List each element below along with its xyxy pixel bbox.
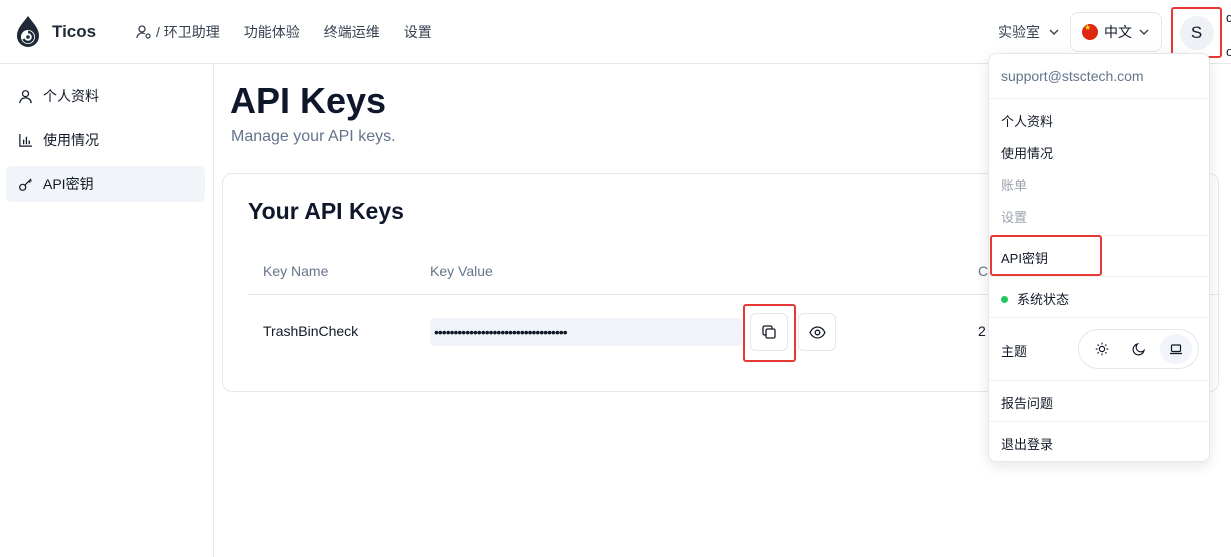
brand[interactable]: Ticos bbox=[14, 15, 96, 49]
theme-dark-button[interactable] bbox=[1123, 334, 1155, 364]
menu-item-theme-label: 主题 bbox=[1001, 344, 1028, 359]
column-header-created: C bbox=[978, 263, 989, 279]
sidebar-item-label: 个人资料 bbox=[43, 88, 99, 104]
copy-key-button[interactable] bbox=[750, 313, 788, 351]
edge-fragment: d bbox=[1226, 10, 1231, 25]
menu-item-report-issue[interactable]: 报告问题 bbox=[1001, 393, 1053, 412]
sidebar-item-label: API密钥 bbox=[43, 176, 94, 192]
copy-icon bbox=[762, 325, 776, 339]
key-icon bbox=[19, 177, 32, 191]
menu-item-profile[interactable]: 个人资料 bbox=[1001, 111, 1053, 130]
menu-divider bbox=[989, 421, 1209, 422]
nav-settings[interactable]: 设置 bbox=[404, 22, 432, 42]
sidebar-item-label: 使用情况 bbox=[43, 132, 99, 148]
system-status-label: 系统状态 bbox=[1017, 292, 1070, 307]
created-cell: 2 bbox=[978, 323, 986, 339]
settings-sidebar: 个人资料 使用情况 API密钥 bbox=[0, 64, 214, 557]
menu-item-settings[interactable]: 设置 bbox=[1001, 207, 1027, 226]
menu-divider bbox=[989, 317, 1209, 318]
main-nav: / 环卫助理 功能体验 终端运维 设置 bbox=[136, 22, 432, 42]
app-name: Ticos bbox=[52, 22, 97, 41]
menu-item-billing[interactable]: 账单 bbox=[1001, 175, 1027, 194]
lab-dropdown[interactable]: 实验室 bbox=[998, 22, 1060, 42]
edge-fragment: o bbox=[1226, 44, 1231, 59]
user-icon bbox=[19, 89, 32, 103]
language-label: 中文 bbox=[1104, 24, 1132, 40]
sidebar-item-api-keys[interactable]: API密钥 bbox=[6, 166, 205, 202]
eye-icon bbox=[808, 325, 826, 339]
user-avatar-button[interactable]: S bbox=[1179, 15, 1214, 50]
laptop-icon bbox=[1169, 344, 1182, 355]
user-dropdown-menu: support@stsctech.com 个人资料 使用情况 账单 设置 API… bbox=[988, 53, 1210, 462]
chevron-down-icon bbox=[1049, 29, 1059, 35]
lab-label: 实验室 bbox=[998, 24, 1040, 40]
moon-icon bbox=[1132, 343, 1145, 356]
ticos-logo-icon bbox=[17, 16, 39, 47]
theme-system-button[interactable] bbox=[1159, 334, 1192, 364]
sun-icon bbox=[1095, 342, 1108, 356]
menu-divider bbox=[989, 276, 1209, 277]
china-flag-icon bbox=[1082, 23, 1098, 40]
reveal-key-button[interactable] bbox=[798, 313, 836, 351]
sidebar-item-usage[interactable]: 使用情况 bbox=[6, 122, 205, 158]
bar-chart-icon bbox=[19, 133, 33, 147]
theme-light-button[interactable] bbox=[1086, 334, 1118, 364]
nav-settings-label: 设置 bbox=[403, 24, 432, 40]
nav-feature-trial[interactable]: 功能体验 bbox=[244, 22, 300, 42]
sidebar-item-profile[interactable]: 个人资料 bbox=[6, 78, 205, 114]
column-header-key-value: Key Value bbox=[430, 263, 493, 279]
menu-item-logout[interactable]: 退出登录 bbox=[1001, 434, 1053, 453]
language-switcher[interactable]: 中文 bbox=[1070, 12, 1162, 52]
menu-divider bbox=[989, 380, 1209, 381]
card-title: Your API Keys bbox=[248, 198, 404, 224]
page-subtitle: Manage your API keys. bbox=[231, 128, 396, 145]
nav-terminal-ops[interactable]: 终端运维 bbox=[324, 22, 380, 42]
menu-item-api-keys[interactable]: API密钥 bbox=[1001, 248, 1048, 267]
status-dot-icon bbox=[1001, 296, 1008, 303]
key-name-cell: TrashBinCheck bbox=[263, 323, 359, 339]
theme-switcher bbox=[1078, 329, 1199, 369]
menu-item-system-status[interactable]: 系统状态 bbox=[1001, 289, 1069, 308]
avatar-highlight: S bbox=[1171, 7, 1222, 58]
nav-terminal-ops-label: 终端运维 bbox=[323, 24, 380, 40]
user-cog-icon bbox=[136, 25, 151, 39]
user-email: support@stsctech.com bbox=[1001, 68, 1144, 84]
page-title: API Keys bbox=[230, 80, 387, 121]
masked-key-value: •••••••••••••••••••••••••••••••••• bbox=[430, 318, 742, 346]
nav-assistant[interactable]: / 环卫助理 bbox=[136, 22, 220, 42]
chevron-down-icon bbox=[1139, 29, 1149, 35]
column-header-key-name: Key Name bbox=[263, 263, 329, 279]
nav-feature-trial-label: 功能体验 bbox=[243, 24, 300, 40]
nav-assistant-label: / 环卫助理 bbox=[156, 24, 220, 40]
menu-item-usage[interactable]: 使用情况 bbox=[1001, 143, 1053, 162]
menu-divider bbox=[989, 98, 1209, 99]
